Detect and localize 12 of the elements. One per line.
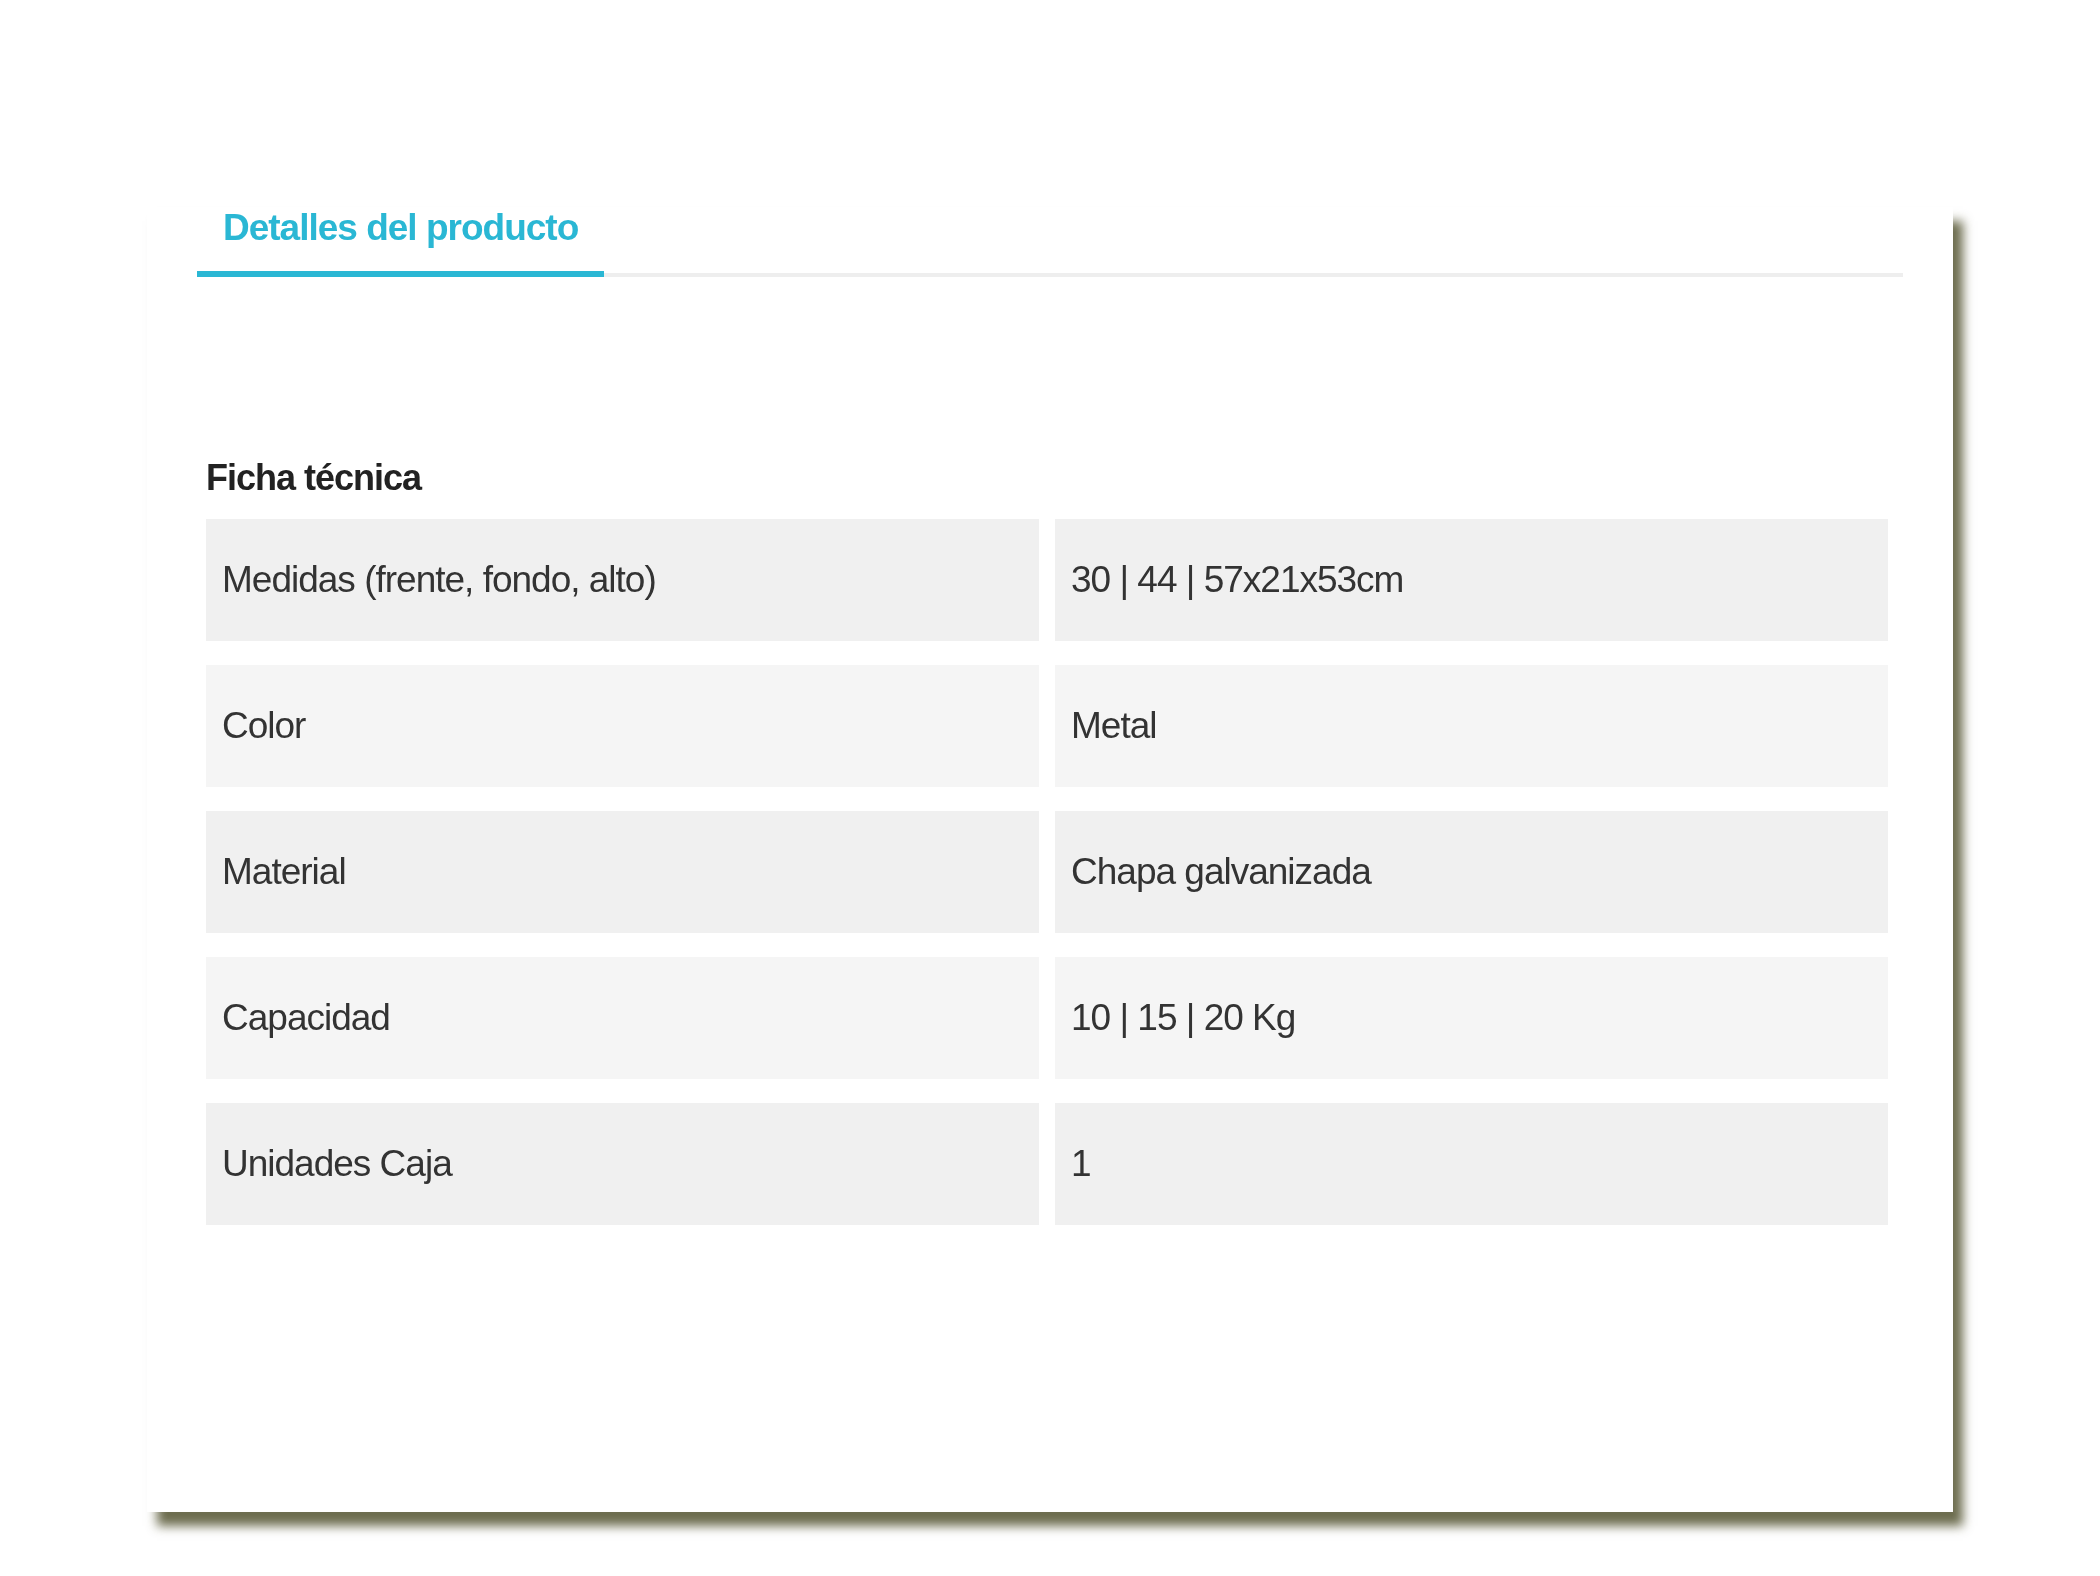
table-cell: Capacidad [206,957,1039,1079]
table-cell: Unidades Caja [206,1103,1039,1225]
table-cell: Color [206,665,1039,787]
section-title: Ficha técnica [206,457,423,499]
table-cell: Metal [1055,665,1888,787]
table-cell: Medidas (frente, fondo, alto) [206,519,1039,641]
table-cell: 1 [1055,1103,1888,1225]
table-cell: 10 | 15 | 20 Kg [1055,957,1888,1079]
table-cell: Material [206,811,1039,933]
table-cell: Chapa galvanizada [1055,811,1888,933]
table-cell: 30 | 44 | 57x21x53cm [1055,519,1888,641]
tab[interactable]: Detalles del producto [197,207,605,277]
